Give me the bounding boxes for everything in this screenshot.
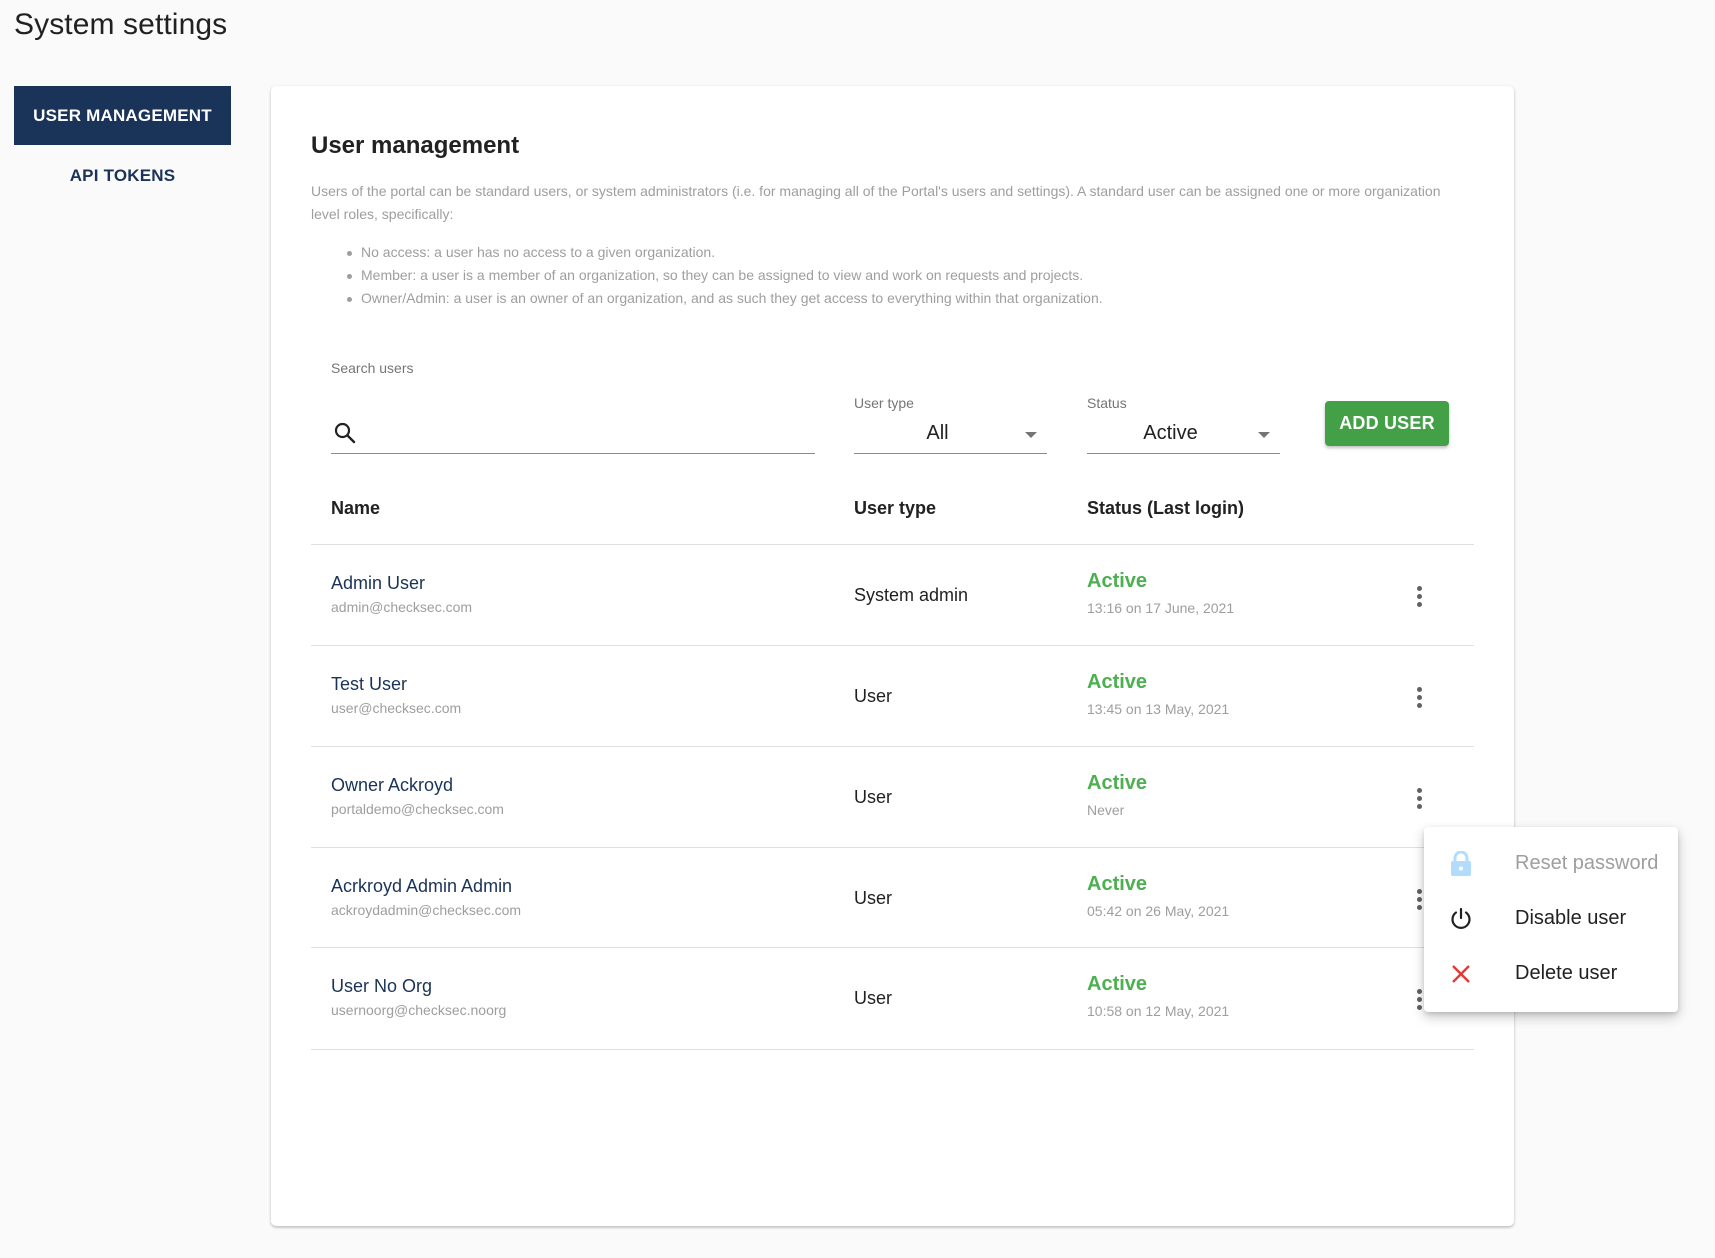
column-header-user-type: User type: [854, 498, 937, 518]
user-management-card: User management Users of the portal can …: [271, 86, 1514, 1226]
status-value: Active: [1143, 421, 1198, 444]
user-name-link[interactable]: Owner Ackroyd: [331, 775, 453, 796]
menu-item-delete-user[interactable]: Delete user: [1424, 946, 1678, 1001]
last-login: Never: [1087, 802, 1125, 818]
search-icon: [333, 421, 357, 445]
user-type-select[interactable]: All: [854, 413, 1047, 453]
more-vert-icon[interactable]: [1407, 785, 1431, 811]
user-type-label: User type: [854, 395, 914, 411]
menu-item-label: Disable user: [1515, 907, 1627, 929]
status-badge: Active: [1087, 973, 1148, 995]
status-badge: Active: [1087, 671, 1148, 693]
role-list-item: No access: a user has no access to a giv…: [347, 241, 1103, 264]
user-type: User: [854, 988, 893, 1008]
status-badge: Active: [1087, 772, 1148, 794]
search-input[interactable]: [367, 416, 807, 450]
page-title: System settings: [14, 8, 228, 41]
sidebar: USER MANAGEMENT API TOKENS: [14, 86, 231, 206]
menu-item-reset-password[interactable]: Reset password: [1424, 836, 1678, 891]
menu-item-label: Reset password: [1515, 852, 1659, 874]
sidebar-item-user-management[interactable]: USER MANAGEMENT: [14, 86, 231, 145]
status-select[interactable]: Active: [1087, 413, 1280, 453]
table-row: Acrkroyd Admin Admin ackroydadmin@checks…: [311, 848, 1474, 949]
user-type-value: All: [926, 421, 949, 444]
search-underline: [331, 453, 815, 454]
user-name-link[interactable]: Acrkroyd Admin Admin: [331, 876, 512, 897]
more-vert-icon[interactable]: [1407, 583, 1431, 609]
user-email: portaldemo@checksec.com: [331, 801, 504, 817]
add-user-button[interactable]: ADD USER: [1325, 401, 1449, 446]
status-badge: Active: [1087, 873, 1148, 895]
table-row: Admin User admin@checksec.com System adm…: [311, 545, 1474, 646]
user-email: ackroydadmin@checksec.com: [331, 902, 522, 918]
power-icon: [1448, 906, 1474, 932]
table-row: User No Org usernoorg@checksec.noorg Use…: [311, 948, 1474, 1049]
last-login: 05:42 on 26 May, 2021: [1087, 903, 1230, 919]
column-header-status: Status (Last login): [1087, 498, 1244, 518]
user-actions-menu: Reset password Disable user Delete user: [1424, 827, 1678, 1012]
user-email: usernoorg@checksec.noorg: [331, 1002, 507, 1018]
last-login: 10:58 on 12 May, 2021: [1087, 1003, 1230, 1019]
user-name-link[interactable]: Admin User: [331, 573, 425, 594]
more-vert-icon[interactable]: [1407, 684, 1431, 710]
close-icon: [1448, 961, 1474, 987]
user-name-link[interactable]: Test User: [331, 674, 407, 695]
section-description: Users of the portal can be standard user…: [311, 183, 1441, 222]
user-email: user@checksec.com: [331, 700, 462, 716]
user-type: System admin: [854, 585, 969, 605]
column-header-name: Name: [331, 498, 381, 518]
menu-item-label: Delete user: [1515, 962, 1618, 984]
user-type: User: [854, 686, 893, 706]
table-row: Owner Ackroyd portaldemo@checksec.com Us…: [311, 747, 1474, 848]
status-underline: [1087, 453, 1280, 454]
chevron-down-icon: [1025, 432, 1037, 438]
last-login: 13:16 on 17 June, 2021: [1087, 600, 1235, 616]
menu-item-disable-user[interactable]: Disable user: [1424, 891, 1678, 946]
user-email: admin@checksec.com: [331, 599, 473, 615]
last-login: 13:45 on 13 May, 2021: [1087, 701, 1230, 717]
chevron-down-icon: [1258, 432, 1270, 438]
status-label: Status: [1087, 395, 1127, 411]
search-label: Search users: [331, 360, 414, 376]
role-list: No access: a user has no access to a giv…: [347, 241, 1103, 310]
sidebar-item-api-tokens[interactable]: API TOKENS: [14, 146, 231, 206]
role-list-item: Member: a user is a member of an organiz…: [347, 264, 1103, 287]
section-title: User management: [311, 132, 520, 159]
table-row: Test User user@checksec.com User Active …: [311, 646, 1474, 747]
lock-icon: [1448, 850, 1474, 877]
divider: [311, 1049, 1474, 1050]
status-badge: Active: [1087, 570, 1148, 592]
user-type: User: [854, 888, 893, 908]
user-type: User: [854, 787, 893, 807]
user-name-link[interactable]: User No Org: [331, 976, 432, 997]
role-list-item: Owner/Admin: a user is an owner of an or…: [347, 287, 1103, 310]
user-type-underline: [854, 453, 1047, 454]
